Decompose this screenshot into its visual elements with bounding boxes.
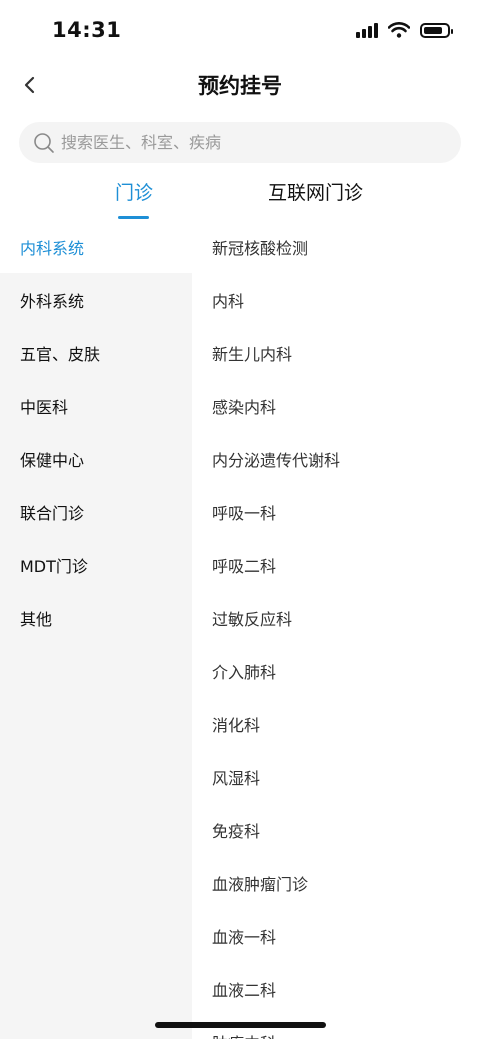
department-item[interactable]: 消化科 bbox=[212, 697, 260, 750]
department-item[interactable]: 内科 bbox=[212, 273, 244, 326]
department-item[interactable]: 介入肺科 bbox=[212, 644, 276, 697]
status-time: 14:31 bbox=[52, 18, 122, 42]
category-item-mdt-clinic[interactable]: MDT门诊 bbox=[0, 538, 192, 591]
tab-internet-outpatient[interactable]: 互联网门诊 bbox=[268, 178, 363, 205]
active-tab-indicator bbox=[118, 216, 149, 219]
department-item[interactable]: 感染内科 bbox=[212, 379, 276, 432]
department-item[interactable]: 过敏反应科 bbox=[212, 591, 292, 644]
search-icon bbox=[34, 133, 54, 153]
category-item-internal-medicine[interactable]: 内科系统 bbox=[0, 220, 192, 273]
department-item[interactable]: 免疫科 bbox=[212, 803, 260, 856]
nav-bar: 预约挂号 bbox=[0, 62, 480, 108]
category-item-other[interactable]: 其他 bbox=[0, 591, 192, 644]
department-item[interactable]: 呼吸一科 bbox=[212, 485, 276, 538]
search-bar[interactable] bbox=[19, 122, 461, 163]
page-title: 预约挂号 bbox=[198, 74, 282, 98]
category-sidebar: 内科系统 外科系统 五官、皮肤 中医科 保健中心 联合门诊 MDT门诊 其他 bbox=[0, 220, 192, 1039]
department-item[interactable]: 内分泌遗传代谢科 bbox=[212, 432, 340, 485]
category-item-ent-dermatology[interactable]: 五官、皮肤 bbox=[0, 326, 192, 379]
signal-icon bbox=[356, 22, 378, 38]
status-bar: 14:31 bbox=[0, 0, 480, 62]
status-icons bbox=[356, 22, 453, 38]
department-item[interactable]: 新冠核酸检测 bbox=[212, 220, 308, 273]
department-item[interactable]: 血液肿瘤门诊 bbox=[212, 856, 308, 909]
search-input[interactable] bbox=[61, 122, 441, 163]
category-item-tcm[interactable]: 中医科 bbox=[0, 379, 192, 432]
category-item-health-center[interactable]: 保健中心 bbox=[0, 432, 192, 485]
department-item[interactable]: 呼吸二科 bbox=[212, 538, 276, 591]
department-item[interactable]: 血液二科 bbox=[212, 962, 276, 1015]
department-item[interactable]: 新生儿内科 bbox=[212, 326, 292, 379]
tab-outpatient[interactable]: 门诊 bbox=[115, 178, 153, 205]
department-list: 新冠核酸检测 内科 新生儿内科 感染内科 内分泌遗传代谢科 呼吸一科 呼吸二科 … bbox=[192, 220, 480, 1039]
category-item-surgery[interactable]: 外科系统 bbox=[0, 273, 192, 326]
home-indicator bbox=[155, 1022, 326, 1028]
category-item-joint-clinic[interactable]: 联合门诊 bbox=[0, 485, 192, 538]
wifi-icon bbox=[388, 22, 410, 38]
department-item[interactable]: 血液一科 bbox=[212, 909, 276, 962]
battery-icon bbox=[420, 22, 453, 38]
department-item[interactable]: 风湿科 bbox=[212, 750, 260, 803]
